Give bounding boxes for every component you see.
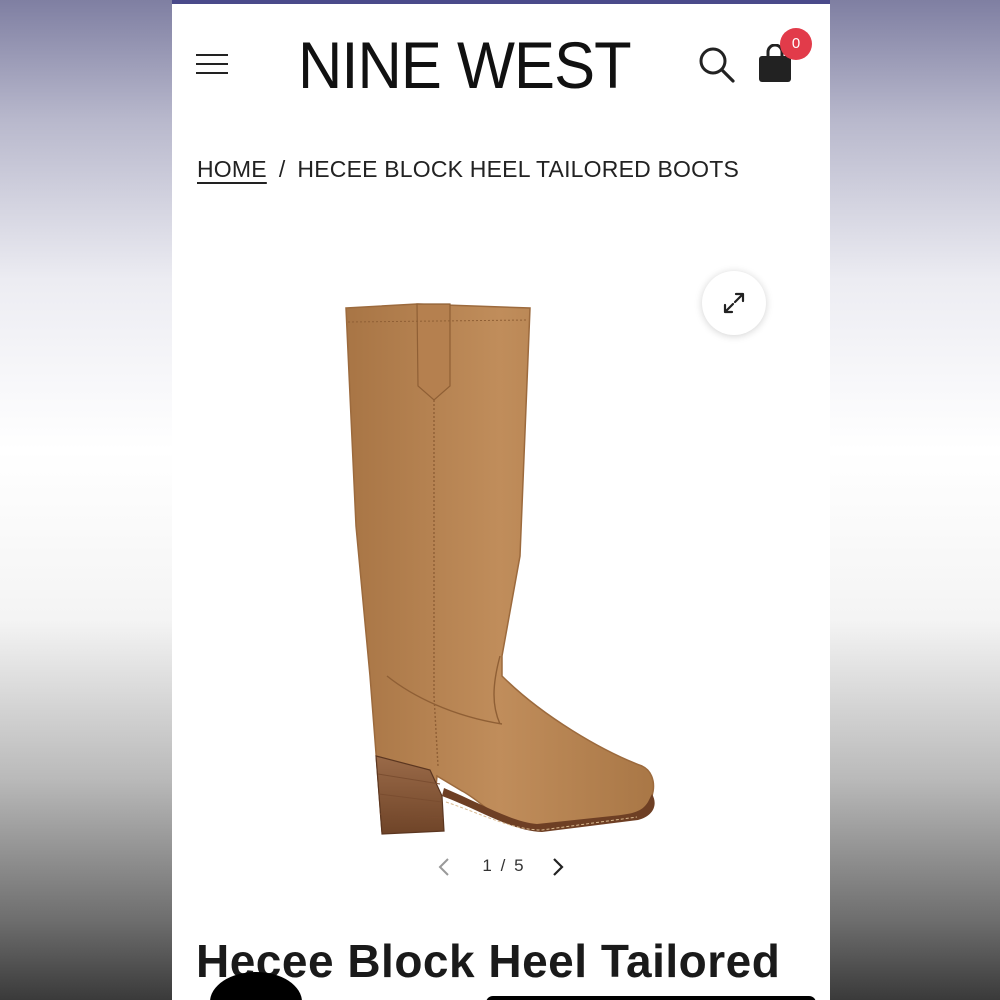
background-right [830, 0, 1000, 1000]
cart-count-badge: 0 [780, 28, 812, 60]
pager-current: 1 [482, 856, 494, 875]
breadcrumb-separator: / [278, 156, 286, 182]
chevron-right-icon[interactable] [548, 856, 568, 878]
breadcrumb: HOME / HECEE BLOCK HEEL TAILORED BOOTS [197, 156, 739, 183]
pager-total: 5 [514, 856, 526, 875]
hamburger-icon-line [196, 72, 228, 74]
chevron-left-icon[interactable] [434, 856, 454, 878]
hamburger-icon-line [196, 63, 228, 65]
image-pager: 1 / 5 [434, 852, 574, 882]
breadcrumb-home-link[interactable]: HOME [197, 156, 267, 182]
brand-logo[interactable]: NINE WEST [298, 30, 632, 100]
overlay-bar[interactable] [486, 996, 816, 1000]
expand-image-button[interactable] [702, 271, 766, 335]
breadcrumb-current: HECEE BLOCK HEEL TAILORED BOOTS [297, 156, 740, 182]
mobile-page: NINE WEST 0 HOME / HECEE BLOCK HEEL TAILOR… [172, 0, 830, 1000]
top-accent-line [172, 0, 830, 4]
product-image-boot[interactable] [342, 296, 662, 840]
background-left [0, 0, 172, 1000]
search-icon [699, 47, 735, 83]
pager-count: 1 / 5 [474, 856, 534, 876]
menu-button[interactable] [196, 54, 228, 76]
hamburger-icon [196, 54, 228, 56]
expand-icon [723, 292, 745, 314]
pager-separator: / [500, 856, 508, 875]
search-button[interactable] [698, 46, 736, 84]
